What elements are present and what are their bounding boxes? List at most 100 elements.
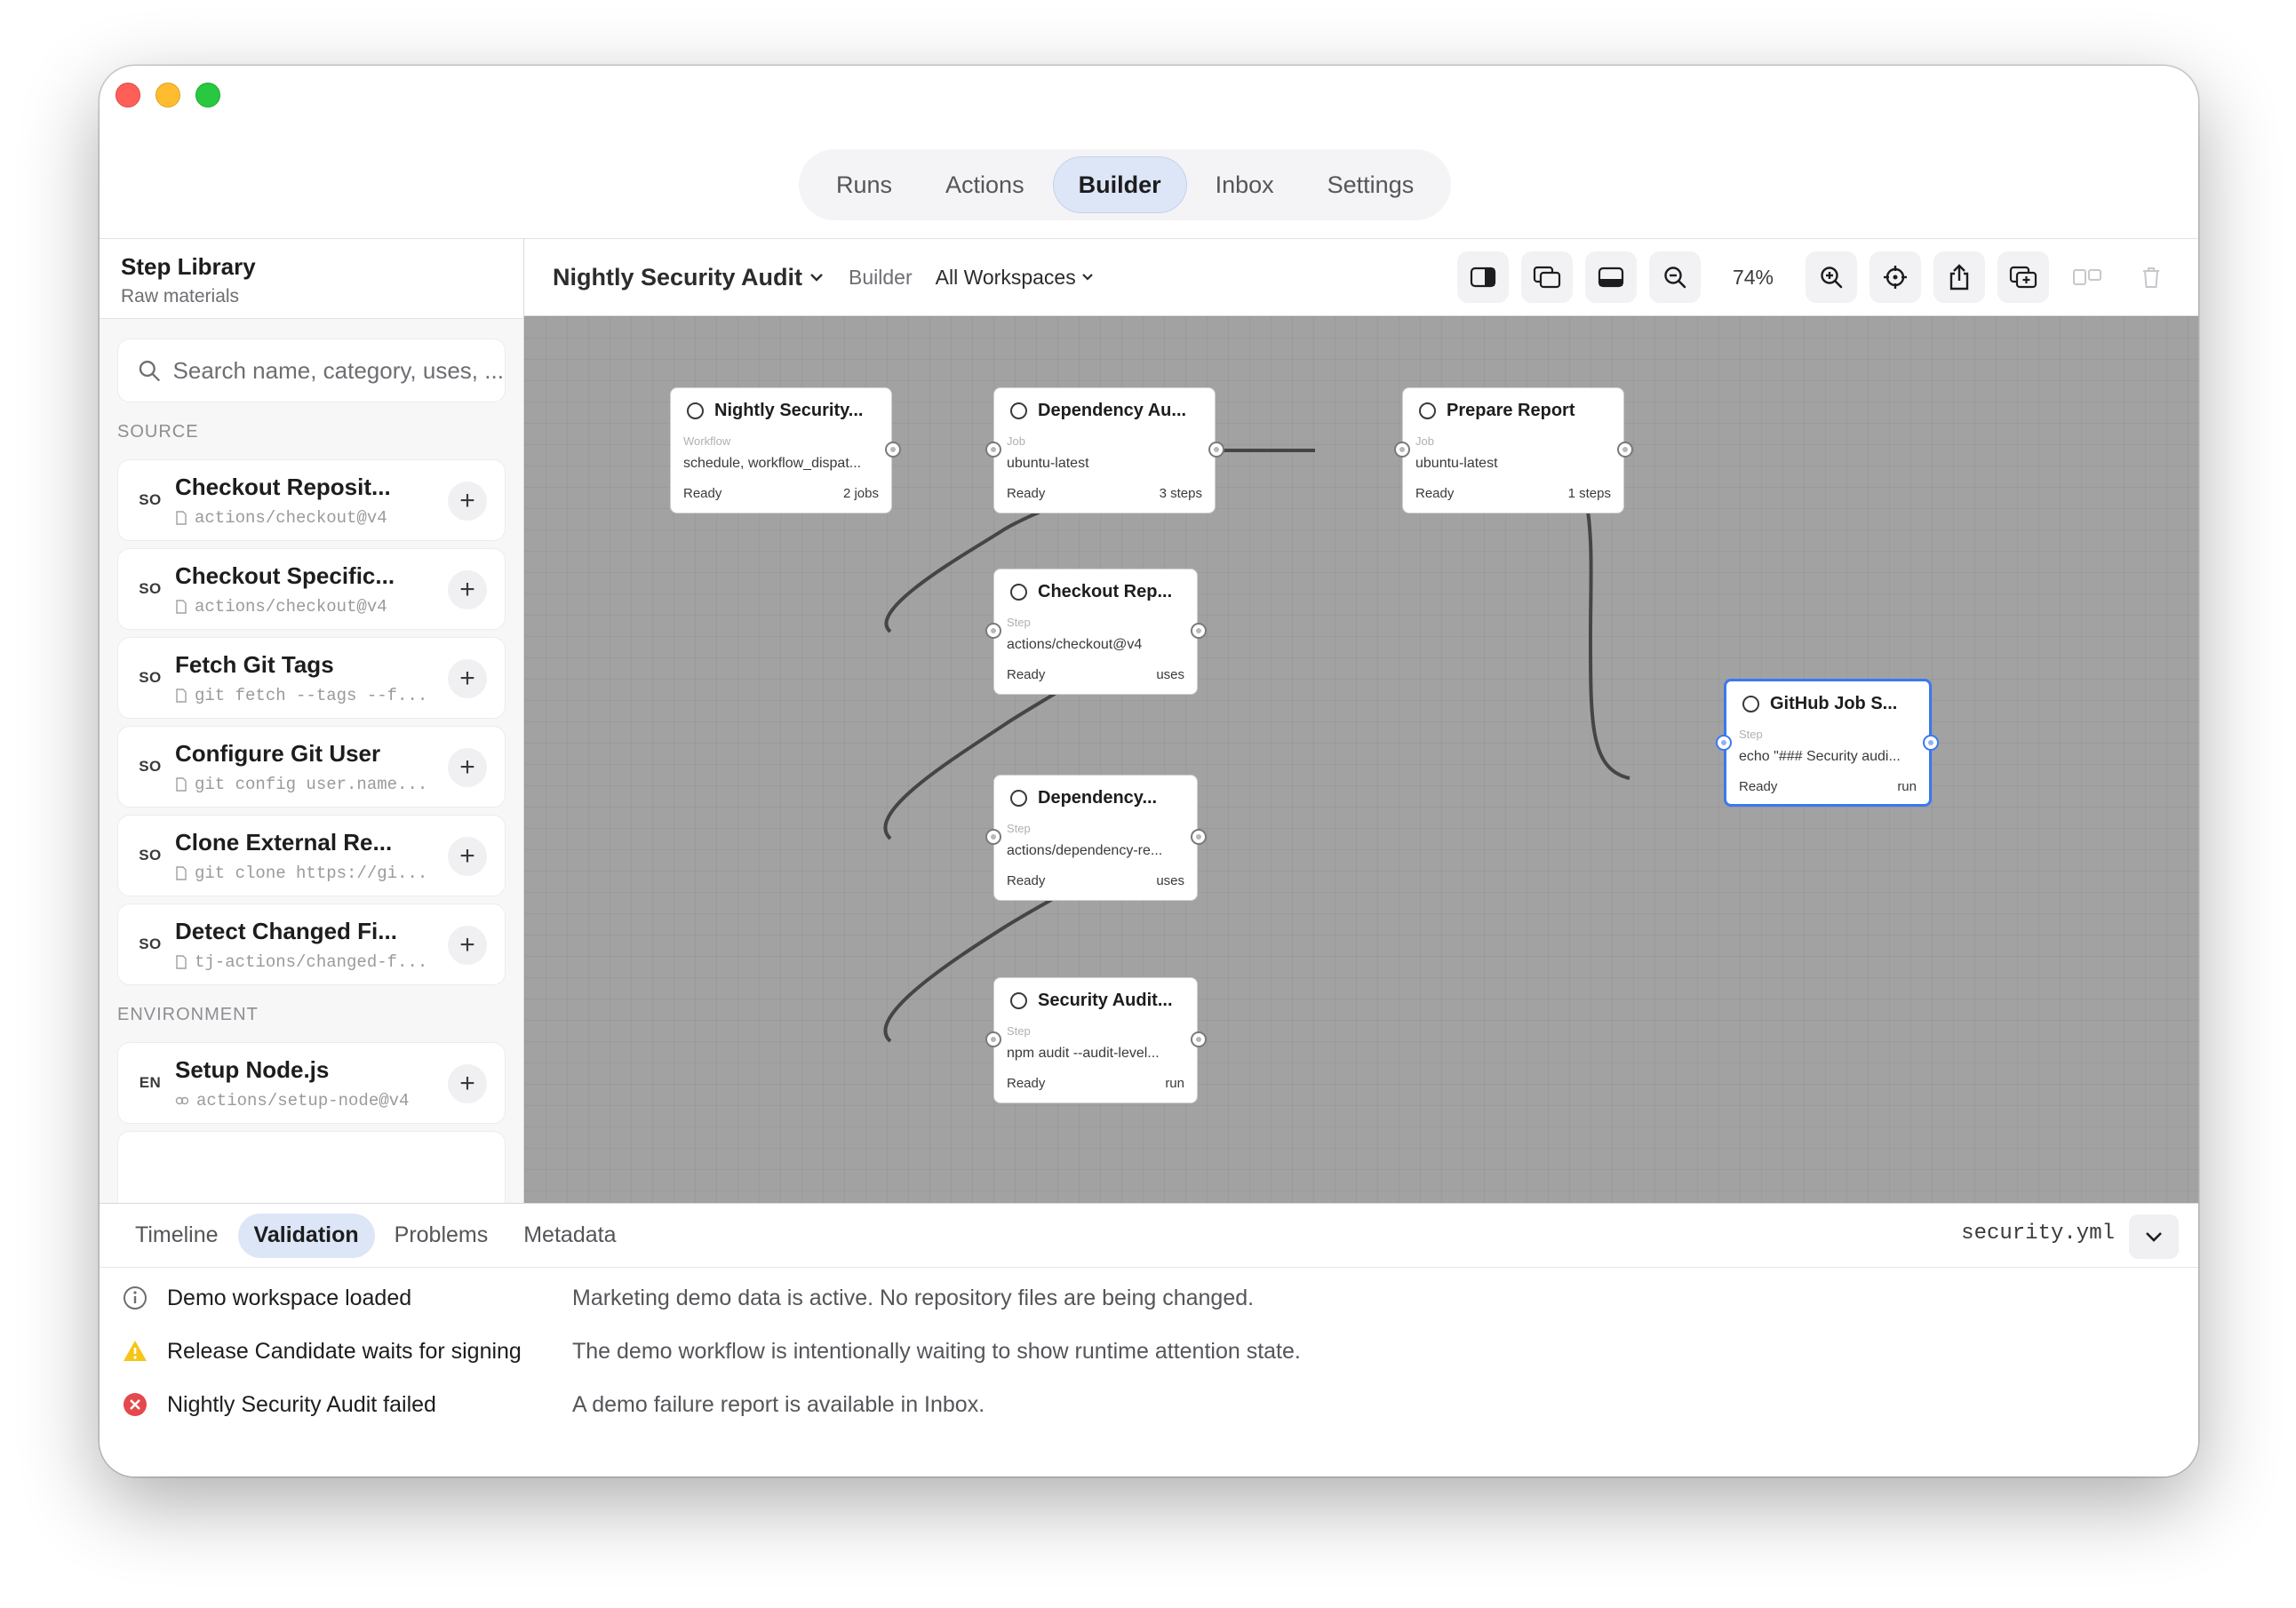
output-port[interactable]: [1617, 442, 1633, 458]
tab-actions[interactable]: Actions: [921, 156, 1049, 213]
add-node-button[interactable]: [1997, 251, 2049, 303]
app-window: Runs Actions Builder Inbox Settings Step…: [100, 66, 2198, 1477]
builder-toolbar: Nightly Security Audit Builder All Works…: [524, 238, 2198, 316]
node-workflow[interactable]: Nightly Security... Workflow schedule, w…: [670, 387, 901, 513]
node-kind: Job: [1415, 434, 1434, 448]
output-port[interactable]: [1208, 442, 1224, 458]
library-item-partial[interactable]: [117, 1131, 506, 1203]
add-step-button[interactable]: +: [448, 748, 487, 787]
library-item[interactable]: SO Fetch Git Tags git fetch --tags --f..…: [117, 637, 506, 719]
node-detail: ubuntu-latest: [1415, 456, 1498, 471]
add-window-icon: [2009, 266, 2037, 289]
input-port[interactable]: [985, 442, 1001, 458]
add-step-button[interactable]: +: [448, 659, 487, 698]
add-step-button[interactable]: +: [448, 926, 487, 965]
zoom-level: 74%: [1732, 265, 1774, 289]
toggle-bottom-panel-button[interactable]: [1585, 251, 1637, 303]
input-port[interactable]: [1394, 442, 1410, 458]
node-title: Prepare Report: [1447, 401, 1575, 420]
message-description: Marketing demo data is active. No reposi…: [572, 1285, 1255, 1310]
fit-view-button[interactable]: [1869, 251, 1921, 303]
tab-settings[interactable]: Settings: [1303, 156, 1439, 213]
add-step-button[interactable]: +: [448, 837, 487, 876]
library-item[interactable]: EN Setup Node.js actions/setup-node@v4 +: [117, 1042, 506, 1124]
zoom-window-button[interactable]: [195, 83, 220, 107]
node-kind: Step: [1007, 822, 1031, 835]
minimize-window-button[interactable]: [155, 83, 180, 107]
output-port[interactable]: [1191, 623, 1207, 639]
input-port[interactable]: [985, 623, 1001, 639]
library-item-uses: actions/checkout@v4: [195, 507, 387, 528]
output-port[interactable]: [1923, 735, 1939, 751]
top-nav: Runs Actions Builder Inbox Settings: [799, 149, 1452, 220]
node-step-checkout[interactable]: Checkout Rep... Step actions/checkout@v4…: [985, 569, 1207, 695]
tab-validation[interactable]: Validation: [237, 1213, 375, 1258]
zoom-out-button[interactable]: [1649, 251, 1701, 303]
collapse-panel-button[interactable]: [2129, 1214, 2179, 1259]
tab-problems[interactable]: Problems: [379, 1214, 505, 1258]
file-icon: [176, 688, 187, 703]
output-port[interactable]: [885, 442, 901, 458]
panel-bottom-icon: [1598, 267, 1624, 288]
node-step-dependency-review[interactable]: Dependency... Step actions/dependency-re…: [985, 775, 1207, 901]
tab-timeline[interactable]: Timeline: [119, 1214, 235, 1258]
node-status: Ready: [1415, 486, 1455, 501]
toggle-overlay-button[interactable]: [1521, 251, 1573, 303]
share-button[interactable]: [1933, 251, 1985, 303]
library-item[interactable]: SO Clone External Re... git clone https:…: [117, 815, 506, 896]
category-badge: SO: [139, 669, 162, 686]
section-label-source: SOURCE: [117, 422, 199, 442]
tab-runs[interactable]: Runs: [811, 156, 917, 213]
zoom-in-button[interactable]: [1806, 251, 1857, 303]
library-item[interactable]: SO Checkout Specific... actions/checkout…: [117, 548, 506, 630]
node-status: Ready: [1007, 486, 1046, 501]
tab-metadata[interactable]: Metadata: [507, 1214, 632, 1258]
workflow-canvas[interactable]: Nightly Security... Workflow schedule, w…: [524, 316, 2198, 1203]
info-icon: [124, 1286, 147, 1309]
library-item[interactable]: SO Detect Changed Fi... tj-actions/chang…: [117, 904, 506, 985]
tab-inbox[interactable]: Inbox: [1191, 156, 1299, 213]
node-step-security-audit[interactable]: Security Audit... Step npm audit --audit…: [985, 977, 1207, 1103]
library-item[interactable]: SO Configure Git User git config user.na…: [117, 726, 506, 808]
node-status: Ready: [1007, 667, 1046, 682]
node-step-github-job-summary[interactable]: GitHub Job S... Step echo "### Security …: [1716, 679, 1939, 807]
add-step-button[interactable]: +: [448, 1064, 487, 1103]
node-meta: uses: [1156, 667, 1184, 682]
category-badge: SO: [139, 491, 162, 508]
library-item[interactable]: SO Checkout Reposit... actions/checkout@…: [117, 459, 506, 541]
search-input[interactable]: [172, 356, 505, 385]
node-kind: Step: [1739, 728, 1763, 741]
workspace-name: All Workspaces: [935, 265, 1076, 289]
output-port[interactable]: [1191, 1031, 1207, 1047]
workflow-selector[interactable]: Nightly Security Audit: [553, 264, 824, 291]
delete-button[interactable]: [2125, 251, 2177, 303]
node-title: Dependency Au...: [1038, 401, 1187, 420]
status-circle-icon: [687, 402, 704, 419]
crosshair-icon: [1884, 266, 1907, 289]
align-button[interactable]: [2061, 251, 2113, 303]
library-item-uses: git clone https://gi...: [195, 863, 428, 883]
library-item-uses: tj-actions/changed-f...: [195, 951, 428, 972]
workspace-selector[interactable]: All Workspaces: [936, 266, 1094, 290]
node-kind: Workflow: [683, 434, 731, 448]
node-job-prepare-report[interactable]: Prepare Report Job ubuntu-latest Ready 1…: [1394, 387, 1633, 513]
tab-builder[interactable]: Builder: [1052, 156, 1187, 213]
output-port[interactable]: [1191, 829, 1207, 845]
node-detail: actions/checkout@v4: [1007, 637, 1143, 652]
link-icon: [175, 1096, 189, 1104]
node-kind: Step: [1007, 616, 1031, 629]
close-window-button[interactable]: [116, 83, 140, 107]
node-job-dependency-audit[interactable]: Dependency Au... Job ubuntu-latest Ready…: [985, 387, 1224, 513]
status-circle-icon: [1419, 402, 1436, 419]
input-port[interactable]: [1716, 735, 1732, 751]
add-step-button[interactable]: +: [448, 482, 487, 521]
node-detail: echo "### Security audi...: [1739, 749, 1901, 764]
add-step-button[interactable]: +: [448, 570, 487, 609]
error-icon: [124, 1393, 147, 1416]
node-meta: run: [1897, 779, 1917, 794]
share-icon: [1949, 264, 1969, 291]
input-port[interactable]: [985, 829, 1001, 845]
input-port[interactable]: [985, 1031, 1001, 1047]
bottom-panel: Timeline Validation Problems Metadata se…: [100, 1203, 2198, 1477]
toggle-inspector-button[interactable]: [1457, 251, 1509, 303]
